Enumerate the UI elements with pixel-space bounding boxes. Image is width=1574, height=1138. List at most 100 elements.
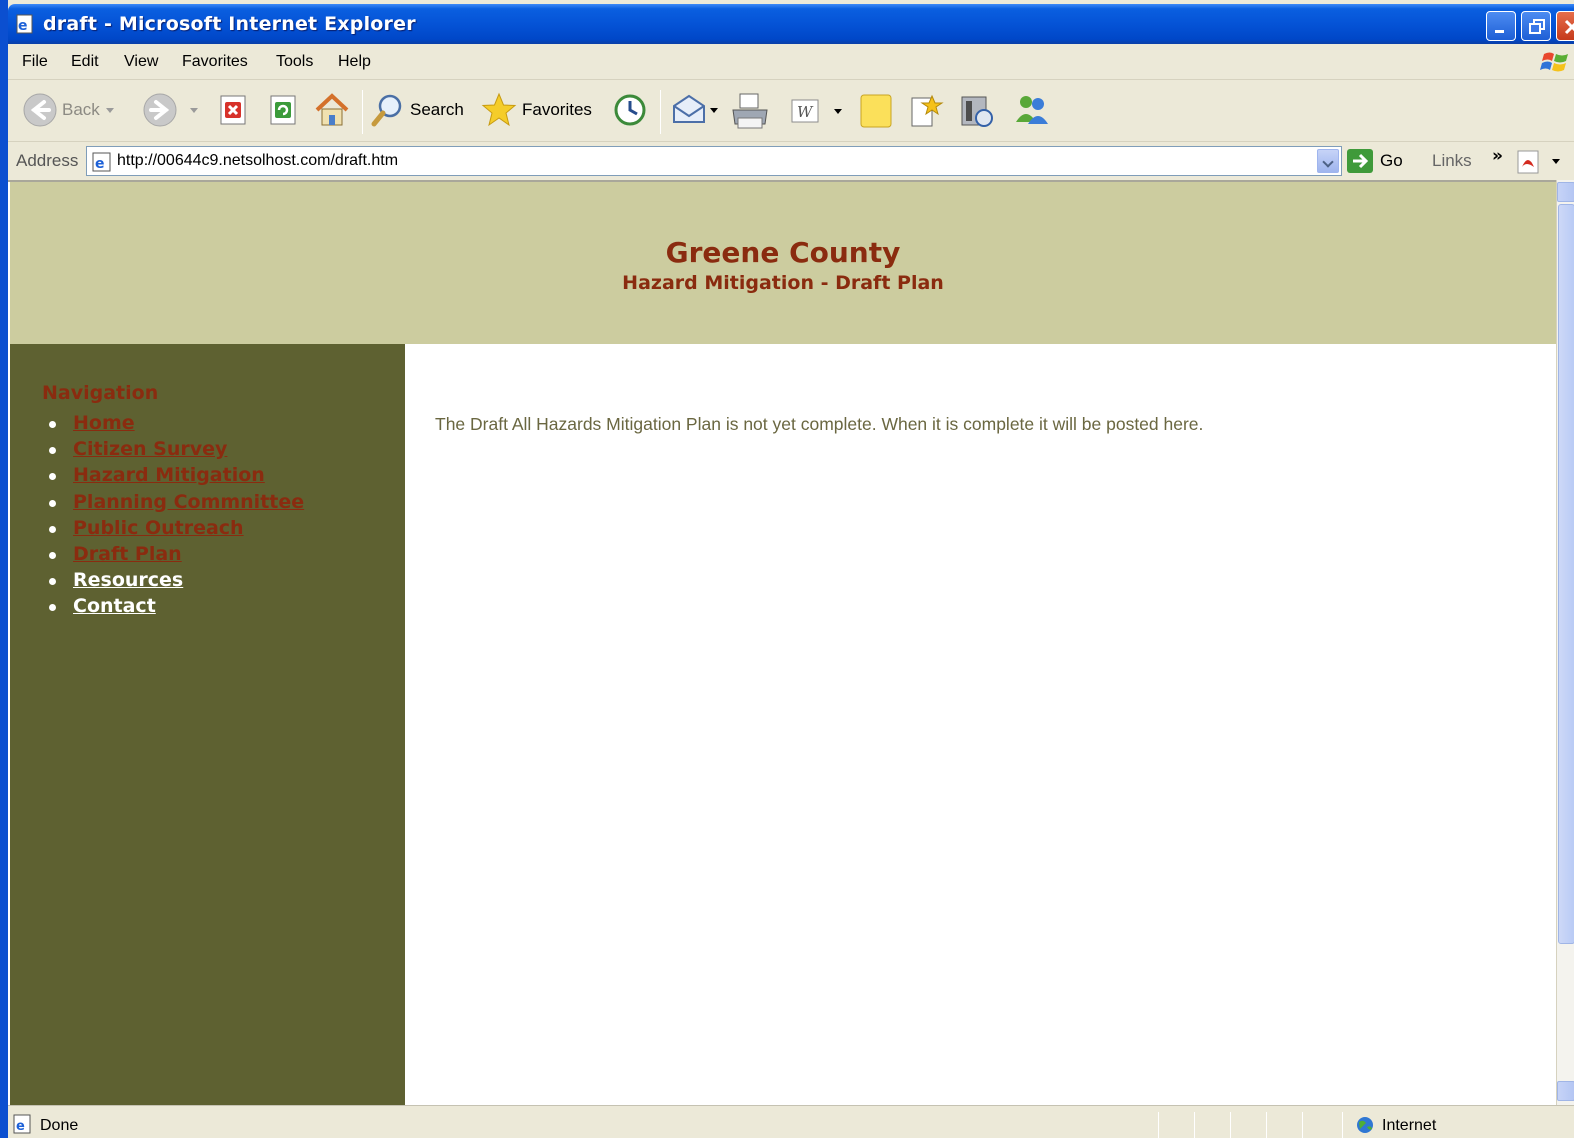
- nav-link-hazard-mitigation[interactable]: Hazard Mitigation: [73, 464, 265, 486]
- messenger-button[interactable]: [1012, 92, 1052, 128]
- scroll-up-button[interactable]: [1557, 182, 1574, 202]
- forward-dropdown-icon[interactable]: [190, 107, 198, 113]
- nav-link-home[interactable]: Home: [73, 412, 135, 434]
- mail-dropdown-icon[interactable]: [710, 107, 718, 113]
- status-bar: e Done Internet: [8, 1105, 1574, 1138]
- page-subtitle: Hazard Mitigation - Draft Plan: [622, 272, 944, 294]
- search-button[interactable]: Search: [370, 92, 464, 128]
- back-label: Back: [62, 100, 100, 119]
- address-dropdown-icon[interactable]: [1317, 149, 1339, 173]
- menu-edit[interactable]: Edit: [71, 53, 99, 71]
- print-icon: [732, 93, 768, 129]
- menu-view[interactable]: View: [124, 53, 158, 71]
- nav-item-home: Home: [48, 410, 304, 436]
- status-divider: [1342, 1112, 1343, 1138]
- close-button[interactable]: [1556, 11, 1574, 41]
- print-button[interactable]: [730, 92, 770, 130]
- page-viewport: Greene County Hazard Mitigation - Draft …: [8, 180, 1556, 1105]
- links-chevron-icon[interactable]: »: [1492, 146, 1503, 166]
- nav-item-resources: Resources: [48, 567, 304, 593]
- edit-dropdown-icon[interactable]: [834, 108, 842, 114]
- main-content: The Draft All Hazards Mitigation Plan is…: [405, 344, 1556, 1105]
- discuss-button[interactable]: [858, 92, 894, 130]
- refresh-button[interactable]: [268, 94, 298, 126]
- menu-bar: File Edit View Favorites Tools Help: [8, 44, 1574, 80]
- search-icon: [371, 94, 402, 127]
- address-input[interactable]: e http://00644c9.netsolhost.com/draft.ht…: [86, 146, 1342, 176]
- nav-link-public-outreach[interactable]: Public Outreach: [73, 517, 244, 539]
- go-arrow-icon: [1347, 149, 1373, 173]
- research-button[interactable]: [908, 92, 946, 130]
- svg-text:e: e: [16, 1119, 25, 1134]
- status-divider: [1266, 1112, 1267, 1138]
- address-label: Address: [16, 151, 79, 170]
- window-title: draft - Microsoft Internet Explorer: [43, 13, 416, 35]
- favorites-label: Favorites: [522, 100, 592, 119]
- toolbar-separator: [660, 90, 661, 134]
- go-button[interactable]: Go: [1346, 148, 1403, 174]
- internet-globe-icon: [1357, 1117, 1373, 1133]
- sticky-note-icon: [860, 94, 892, 128]
- status-divider: [1302, 1112, 1303, 1138]
- svg-text:W: W: [797, 103, 814, 121]
- menu-file[interactable]: File: [22, 53, 48, 71]
- favorites-button[interactable]: Favorites: [480, 92, 592, 128]
- nav-link-citizen-survey[interactable]: Citizen Survey: [73, 438, 227, 460]
- stop-icon: [220, 95, 246, 125]
- media-icon: [961, 96, 993, 127]
- word-edit-icon: W: [791, 99, 819, 123]
- vertical-scrollbar[interactable]: [1556, 180, 1574, 1105]
- history-button[interactable]: [612, 92, 648, 128]
- mail-icon: [673, 94, 705, 123]
- nav-item-draft-plan: Draft Plan: [48, 541, 304, 567]
- go-label: Go: [1380, 151, 1403, 170]
- nav-link-resources[interactable]: Resources: [73, 569, 183, 591]
- nav-item-contact: Contact: [48, 593, 304, 619]
- menu-favorites[interactable]: Favorites: [182, 53, 248, 71]
- nav-item-public-outreach: Public Outreach: [48, 515, 304, 541]
- nav-link-draft-plan[interactable]: Draft Plan: [73, 543, 182, 565]
- address-url: http://00644c9.netsolhost.com/draft.htm: [117, 152, 399, 169]
- navigation-sidebar: Navigation Home Citizen Survey Hazard Mi…: [10, 344, 405, 1105]
- media-button[interactable]: [958, 92, 996, 130]
- refresh-icon: [270, 95, 296, 125]
- research-icon: [911, 94, 944, 127]
- scroll-thumb[interactable]: [1558, 204, 1574, 944]
- minimize-icon: [1495, 30, 1504, 33]
- search-label: Search: [410, 100, 464, 119]
- svg-text:e: e: [95, 156, 105, 172]
- standard-toolbar: Back Search Favorites W: [8, 80, 1574, 142]
- page-icon: e: [92, 152, 111, 172]
- nav-link-planning-committee[interactable]: Planning Commnittee: [73, 491, 304, 513]
- scroll-down-button[interactable]: [1557, 1081, 1574, 1101]
- home-button[interactable]: [312, 90, 352, 130]
- acrobat-icon[interactable]: [1516, 149, 1566, 175]
- minimize-button[interactable]: [1486, 11, 1516, 41]
- stop-button[interactable]: [218, 94, 248, 126]
- edit-word-button[interactable]: W: [788, 96, 842, 126]
- nav-item-citizen-survey: Citizen Survey: [48, 436, 304, 462]
- menu-help[interactable]: Help: [338, 53, 371, 71]
- messenger-icon: [1016, 96, 1048, 124]
- ie-page-icon: e: [16, 14, 33, 34]
- nav-heading: Navigation: [42, 382, 159, 404]
- windows-logo-icon: [1540, 52, 1568, 72]
- svg-text:e: e: [18, 18, 28, 34]
- forward-button[interactable]: [142, 92, 198, 128]
- back-button[interactable]: Back: [22, 92, 114, 128]
- favorites-star-icon: [481, 92, 517, 127]
- menu-tools[interactable]: Tools: [276, 53, 313, 71]
- restore-button[interactable]: [1521, 11, 1551, 41]
- zone-label: Internet: [1382, 1117, 1437, 1134]
- links-label[interactable]: Links: [1432, 151, 1472, 171]
- nav-link-contact[interactable]: Contact: [73, 595, 156, 617]
- body-text: The Draft All Hazards Mitigation Plan is…: [435, 414, 1204, 434]
- title-bar[interactable]: e draft - Microsoft Internet Explorer: [8, 4, 1574, 44]
- mail-button[interactable]: [670, 92, 718, 128]
- back-arrow-icon: [23, 93, 57, 127]
- restore-icon: [1529, 19, 1545, 34]
- home-icon: [315, 93, 349, 126]
- back-dropdown-icon[interactable]: [105, 107, 114, 113]
- site-header: Greene County Hazard Mitigation - Draft …: [10, 182, 1556, 344]
- window-frame: [0, 0, 8, 1138]
